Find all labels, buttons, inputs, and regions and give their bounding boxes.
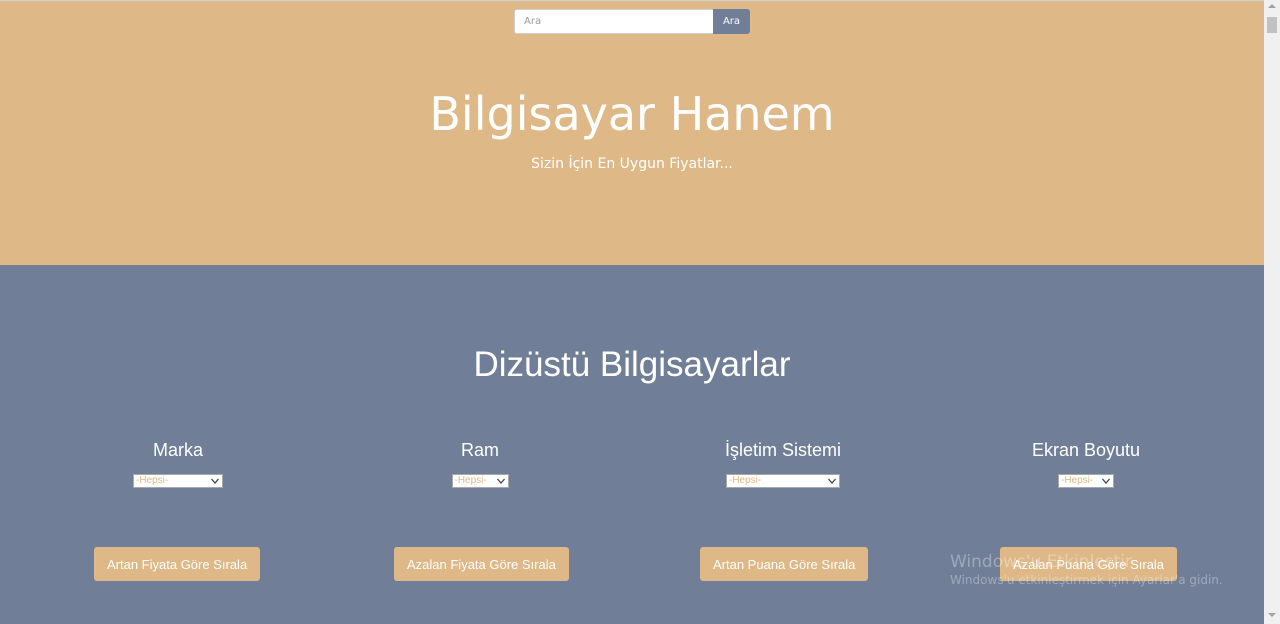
select-value: -Hepsi- <box>729 475 762 486</box>
site-title: Bilgisayar Hanem <box>429 87 835 141</box>
isletim-sistemi-select[interactable]: -Hepsi- <box>726 473 840 488</box>
filter-marka: Marka -Hepsi- <box>68 438 288 488</box>
chevron-down-icon <box>828 478 836 484</box>
filter-label: Ekran Boyutu <box>1031 440 1141 460</box>
filter-isletim-sistemi: İşletim Sistemi -Hepsi- <box>673 438 893 488</box>
filter-label: Marka <box>152 440 203 460</box>
products-section: Dizüstü Bilgisayarlar Marka -Hepsi- Ram … <box>0 265 1264 624</box>
page: Ara Bilgisayar Hanem Sizin İçin En Uygun… <box>0 0 1264 624</box>
chevron-down-icon <box>1102 478 1110 484</box>
hero-banner: Ara Bilgisayar Hanem Sizin İçin En Uygun… <box>0 0 1264 265</box>
search-input[interactable] <box>514 9 713 34</box>
sort-price-desc-button[interactable]: Azalan Fiyata Göre Sırala <box>394 547 569 581</box>
chevron-down-icon <box>496 478 505 484</box>
sort-rating-desc-button[interactable]: Azalan Puana Göre Sırala <box>1000 547 1178 581</box>
filter-ekran-boyutu: Ekran Boyutu -Hepsi- <box>976 438 1196 488</box>
sort-rating-asc-button[interactable]: Artan Puana Göre Sırala <box>700 547 869 581</box>
filter-label: Ram <box>460 440 499 460</box>
filter-ram: Ram -Hepsi- <box>370 438 590 488</box>
ekran-boyutu-select[interactable]: -Hepsi- <box>1058 473 1114 488</box>
search-button[interactable]: Ara <box>713 9 750 34</box>
section-title: Dizüstü Bilgisayarlar <box>473 345 791 384</box>
site-subtitle: Sizin İçin En Uygun Fiyatlar... <box>531 156 733 172</box>
filter-label: İşletim Sistemi <box>724 440 841 460</box>
scroll-down-arrow-icon[interactable] <box>1268 613 1276 617</box>
scroll-up-arrow-icon[interactable] <box>1268 4 1276 8</box>
chevron-down-icon <box>211 478 219 484</box>
select-value: -Hepsi- <box>136 475 169 486</box>
select-value: -Hepsi- <box>454 475 487 486</box>
marka-select[interactable]: -Hepsi- <box>133 473 223 488</box>
scroll-thumb[interactable] <box>1267 17 1277 33</box>
select-value: -Hepsi- <box>1061 475 1094 486</box>
sort-price-asc-button[interactable]: Artan Fiyata Göre Sırala <box>94 547 261 581</box>
vertical-scrollbar[interactable] <box>1264 0 1280 624</box>
search-bar: Ara <box>514 9 750 34</box>
ram-select[interactable]: -Hepsi- <box>451 473 509 488</box>
